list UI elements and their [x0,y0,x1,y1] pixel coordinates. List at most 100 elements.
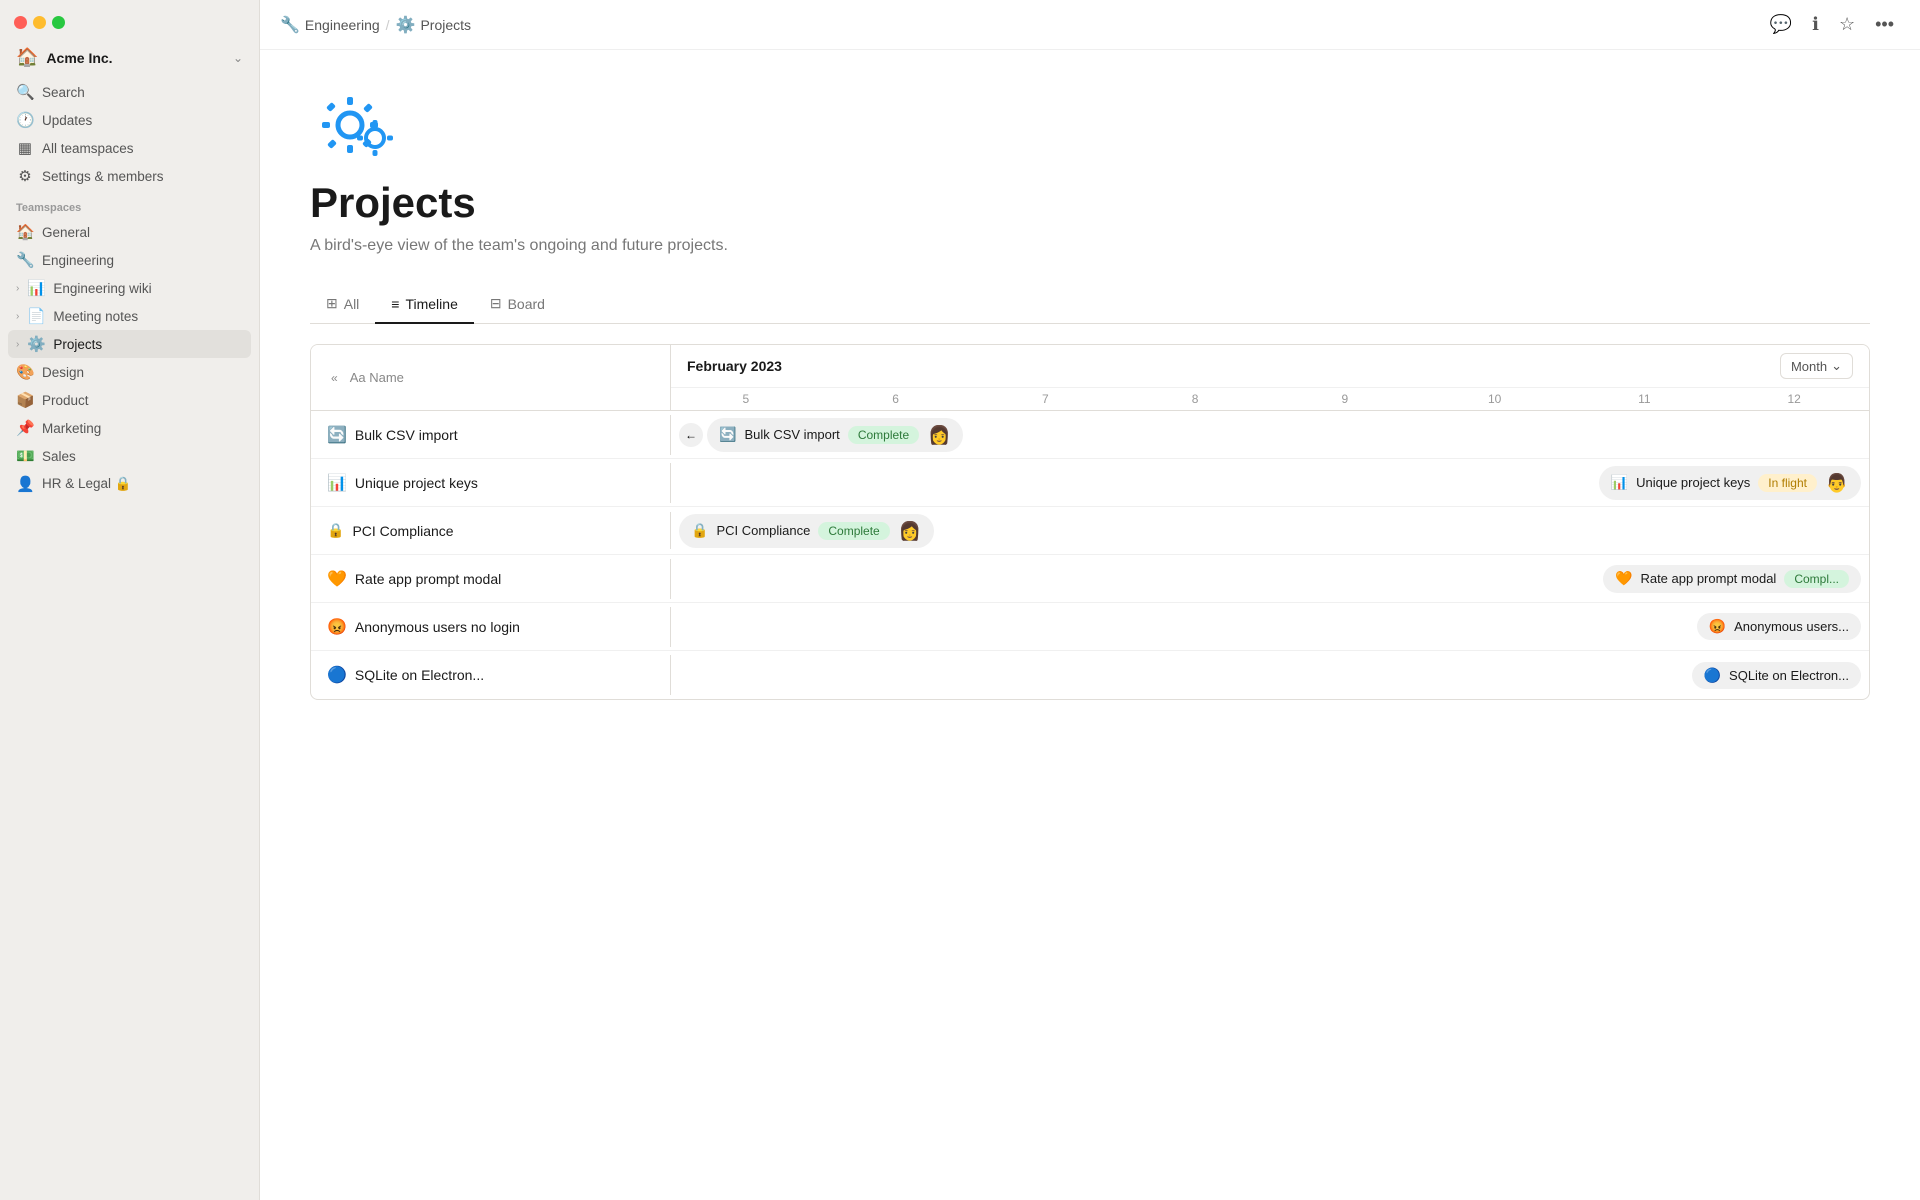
bar-lock-icon: 🔒 [691,522,708,539]
maximize-button[interactable] [52,16,65,29]
page-emoji-area [310,90,1870,163]
sidebar-item-settings[interactable]: ⚙ Settings & members [8,162,251,190]
sidebar-item-label: Search [42,85,243,100]
status-badge: In flight [1758,474,1817,492]
sidebar-item-label: Sales [42,449,243,464]
bar-label: Rate app prompt modal [1640,571,1776,586]
row-label-pci: PCI Compliance [352,523,453,539]
avatar: 👩 [927,423,951,447]
more-button[interactable]: ••• [1869,10,1900,39]
breadcrumb-separator: / [386,17,390,33]
info-button[interactable]: ℹ [1806,10,1825,39]
timeline-header: « Aa Name February 2023 Month ⌄ 5 6 [311,345,1869,411]
star-button[interactable]: ☆ [1833,10,1861,39]
tab-timeline[interactable]: ≡ Timeline [375,285,474,324]
circle-icon: 🔵 [327,665,347,685]
page-content: Projects A bird's-eye view of the team's… [260,50,1920,1200]
bar-unique-keys[interactable]: 📊 Unique project keys In flight 👨 [1599,466,1861,500]
sidebar-item-label: Product [42,393,243,408]
table-row: 🔵 SQLite on Electron... 🔵 SQLite on Elec… [311,651,1869,699]
teamspaces-section-label: Teamspaces [8,190,251,218]
grid-icon: ▦ [16,139,34,157]
sidebar-item-label: General [42,225,243,240]
table-row: 📊 Unique project keys 📊 Unique project k… [311,459,1869,507]
month-label: February 2023 [687,358,1780,374]
month-selector[interactable]: Month ⌄ [1780,353,1853,379]
chevron-icon: › [16,283,19,294]
row-left-sqlite[interactable]: 🔵 SQLite on Electron... [311,655,671,695]
row-left-bulk-csv[interactable]: 🔄 Bulk CSV import [311,415,671,455]
bar-rate-app[interactable]: 🧡 Rate app prompt modal Compl... [1603,565,1861,593]
minimize-button[interactable] [33,16,46,29]
day-5: 5 [671,388,821,410]
sidebar-item-engineering[interactable]: 🔧 Engineering [8,246,251,274]
topbar-actions: 💬 ℹ ☆ ••• [1764,10,1900,39]
keys-icon: 📊 [327,473,347,493]
sidebar-item-label: Marketing [42,421,243,436]
tab-all[interactable]: ⊞ All [310,285,375,324]
comment-button[interactable]: 💬 [1764,10,1798,39]
bar-csv-icon: 🔄 [719,426,736,443]
chevron-icon: › [16,339,19,350]
bar-pci[interactable]: 🔒 PCI Compliance Complete 👩 [679,514,934,548]
sidebar-item-label: Engineering wiki [53,281,243,296]
sidebar-item-product[interactable]: 📦 Product [8,386,251,414]
timeline: « Aa Name February 2023 Month ⌄ 5 6 [310,344,1870,700]
sidebar-item-search[interactable]: 🔍 Search [8,78,251,106]
bar-label: SQLite on Electron... [1729,668,1849,683]
search-icon: 🔍 [16,83,34,101]
row-left-anonymous[interactable]: 😡 Anonymous users no login [311,607,671,647]
back-button[interactable]: ← [679,423,703,447]
row-label-unique-keys: Unique project keys [355,475,478,491]
bar-bulk-csv[interactable]: 🔄 Bulk CSV import Complete 👩 [707,418,963,452]
day-6: 6 [821,388,971,410]
dollar-icon: 💵 [16,447,34,465]
engineering-icon: 🔧 [280,15,300,35]
timeline-days-row: 5 6 7 8 9 10 11 12 [671,388,1869,410]
avatar: 👩 [898,519,922,543]
sidebar-item-sales[interactable]: 💵 Sales [8,442,251,470]
sidebar-item-hr-legal[interactable]: 👤 HR & Legal 🔒 [8,470,251,498]
sidebar-item-label: Settings & members [42,169,243,184]
bar-sqlite[interactable]: 🔵 SQLite on Electron... [1692,662,1861,689]
collapse-button[interactable]: « [327,369,342,387]
bar-label: Unique project keys [1636,475,1750,490]
close-button[interactable] [14,16,27,29]
workspace-header[interactable]: 🏠 Acme Inc. ⌄ [8,41,251,74]
row-left-rate-app[interactable]: 🧡 Rate app prompt modal [311,559,671,599]
day-10: 10 [1420,388,1570,410]
tab-board[interactable]: ⊟ Board [474,285,561,324]
breadcrumb-engineering[interactable]: 🔧 Engineering [280,15,380,35]
row-right-bulk-csv: ← 🔄 Bulk CSV import Complete 👩 [671,412,1869,458]
sidebar-item-all-teamspaces[interactable]: ▦ All teamspaces [8,134,251,162]
sidebar-item-meeting-notes[interactable]: › 📄 Meeting notes [8,302,251,330]
tab-board-label: Board [508,296,545,312]
sidebar-item-updates[interactable]: 🕐 Updates [8,106,251,134]
row-left-pci[interactable]: 🔒 PCI Compliance [311,512,671,549]
breadcrumb-projects[interactable]: ⚙️ Projects [396,15,472,35]
workspace-name: Acme Inc. [46,50,225,66]
row-right-rate-app: 🧡 Rate app prompt modal Compl... [671,559,1869,599]
tab-all-label: All [344,296,360,312]
clock-icon: 🕐 [16,111,34,129]
status-badge: Complete [818,522,889,540]
bar-anonymous[interactable]: 😡 Anonymous users... [1697,613,1861,640]
table-row: 🔒 PCI Compliance 🔒 PCI Compliance Comple… [311,507,1869,555]
sidebar-item-label: Design [42,365,243,380]
sidebar-item-design[interactable]: 🎨 Design [8,358,251,386]
sidebar-item-projects[interactable]: › ⚙️ Projects [8,330,251,358]
timeline-body: 🔄 Bulk CSV import ← 🔄 Bulk CSV import Co… [311,411,1869,699]
row-left-unique-keys[interactable]: 📊 Unique project keys [311,463,671,503]
angry-icon: 😡 [327,617,347,637]
sidebar-item-label: Projects [53,337,243,352]
row-right-sqlite: 🔵 SQLite on Electron... [671,656,1869,695]
row-label-sqlite: SQLite on Electron... [355,667,484,683]
bar-circle-icon: 🔵 [1704,667,1721,684]
sidebar-item-engineering-wiki[interactable]: › 📊 Engineering wiki [8,274,251,302]
projects-icon: ⚙️ [396,15,416,35]
tabs-bar: ⊞ All ≡ Timeline ⊟ Board [310,285,1870,324]
sidebar-item-marketing[interactable]: 📌 Marketing [8,414,251,442]
sidebar-item-general[interactable]: 🏠 General [8,218,251,246]
status-badge: Compl... [1784,570,1849,588]
month-selector-label: Month [1791,359,1827,374]
